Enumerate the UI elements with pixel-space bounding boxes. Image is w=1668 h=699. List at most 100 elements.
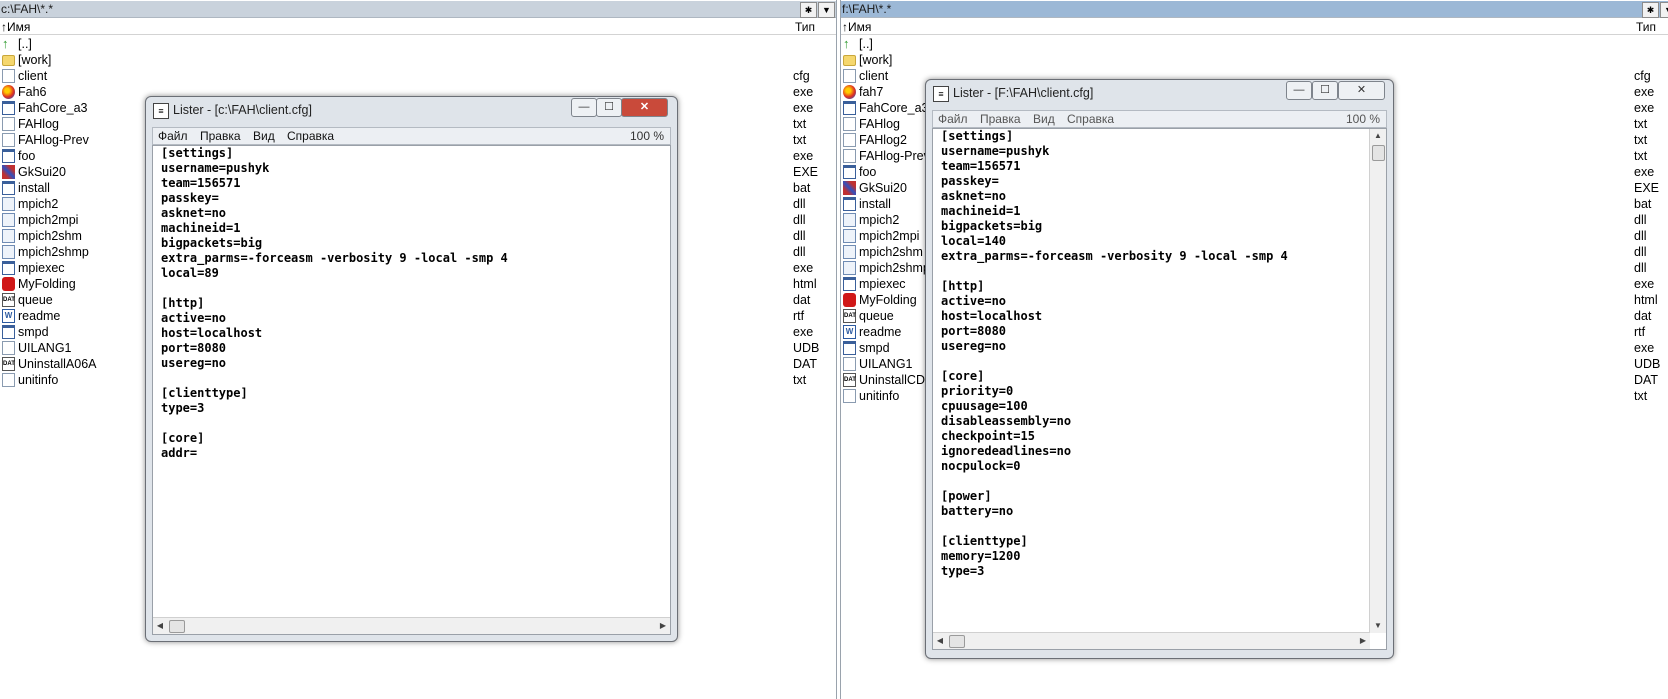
lister-right-menubar: Файл Правка Вид Справка 100 % [932, 110, 1387, 128]
file-type: exe [1634, 85, 1655, 99]
file-type: UDB [793, 341, 820, 355]
file-row[interactable]: ↑ [..] [841, 36, 1668, 52]
menu-edit[interactable]: Правка [200, 129, 241, 143]
menu-file[interactable]: Файл [158, 129, 188, 143]
file-name: mpich2shm [859, 245, 923, 259]
file-name: mpich2shm [18, 229, 82, 243]
dll-icon [2, 197, 15, 211]
lister-app-icon: ≡ [933, 86, 949, 102]
maximize-button[interactable]: ☐ [596, 98, 622, 117]
file-type: cfg [793, 69, 810, 83]
menu-view[interactable]: Вид [1033, 112, 1055, 126]
dll-icon [843, 261, 856, 275]
right-history-dropdown-icon[interactable]: ▼ [1660, 2, 1668, 18]
file-name: fah7 [859, 85, 884, 99]
left-hotlist-star-icon[interactable]: ✱ [800, 2, 817, 18]
file-row[interactable]: [work] [841, 52, 1668, 68]
file-name: FAHlog2 [859, 133, 907, 147]
file-type: bat [793, 181, 811, 195]
right-hotlist-star-icon[interactable]: ✱ [1642, 2, 1659, 18]
file-type: exe [1634, 101, 1655, 115]
file-type: exe [793, 85, 814, 99]
executable-icon [843, 341, 856, 355]
file-name: mpiexec [18, 261, 65, 275]
gksui-app-icon [843, 181, 856, 195]
horizontal-scrollbar[interactable]: ◀ ▶ [153, 617, 670, 634]
file-type: dll [1634, 245, 1647, 259]
left-col-type-header[interactable]: Тип [795, 20, 815, 34]
file-type: exe [793, 101, 814, 115]
left-history-dropdown-icon[interactable]: ▼ [818, 2, 835, 18]
rtf-file-icon: W [843, 325, 856, 339]
left-col-name-header[interactable]: ↑Имя [1, 20, 30, 34]
right-path-text: f:\FAH\*.* [842, 2, 892, 16]
dat-file-icon: DAT [2, 293, 15, 307]
file-name: [..] [859, 37, 873, 51]
document-icon [843, 133, 856, 147]
lister-left-menubar: Файл Правка Вид Справка 100 % [152, 127, 671, 145]
file-row[interactable]: ↑ [..] [0, 36, 836, 52]
file-type: exe [793, 149, 814, 163]
file-name: mpich2shmp [859, 261, 930, 275]
file-name: MyFolding [859, 293, 917, 307]
dat-file-icon: DAT [843, 309, 856, 323]
maximize-button[interactable]: ☐ [1312, 81, 1338, 100]
file-type: txt [793, 373, 807, 387]
left-path-bar[interactable]: c:\FAH\*.* ✱ ▼ [0, 1, 836, 18]
horizontal-scrollbar[interactable]: ◀ ▶ [933, 632, 1370, 649]
scroll-thumb[interactable] [169, 620, 185, 633]
lister-left-content[interactable]: [settings] username=pushyk team=156571 p… [152, 145, 671, 635]
file-name: FAHlog-Prev [859, 149, 930, 163]
file-name: queue [18, 293, 53, 307]
left-column-header: ↑Имя Тип [0, 19, 836, 35]
right-col-type-header[interactable]: Тип [1636, 20, 1656, 34]
file-name: UninstallCD [859, 373, 925, 387]
minimize-button[interactable]: — [1286, 81, 1312, 100]
file-type: txt [793, 133, 807, 147]
file-type: dll [793, 245, 806, 259]
file-name: mpich2 [18, 197, 59, 211]
document-icon [2, 69, 15, 83]
close-button[interactable]: ✕ [621, 98, 668, 117]
minimize-button[interactable]: — [571, 98, 597, 117]
fah-app-icon [843, 85, 856, 99]
menu-file[interactable]: Файл [938, 112, 968, 126]
scroll-thumb[interactable] [1372, 145, 1385, 161]
file-type: bat [1634, 197, 1652, 211]
lister-window-right[interactable]: ≡ Lister - [F:\FAH\client.cfg] — ☐ ✕ Фай… [925, 79, 1394, 659]
file-row[interactable]: [work] [0, 52, 836, 68]
file-name: UILANG1 [18, 341, 72, 355]
executable-icon [2, 261, 15, 275]
scroll-thumb[interactable] [949, 635, 965, 648]
menu-help[interactable]: Справка [1067, 112, 1114, 126]
lister-right-titlebar[interactable]: ≡ Lister - [F:\FAH\client.cfg] — ☐ ✕ [926, 80, 1393, 106]
menu-view[interactable]: Вид [253, 129, 275, 143]
executable-icon [2, 181, 15, 195]
lister-right-content[interactable]: [settings] username=pushyk team=156571 p… [932, 128, 1387, 650]
scroll-right-icon[interactable]: ▶ [1356, 633, 1370, 649]
scroll-down-icon[interactable]: ▼ [1370, 619, 1386, 633]
scroll-left-icon[interactable]: ◀ [933, 633, 947, 649]
lister-left-titlebar[interactable]: ≡ Lister - [c:\FAH\client.cfg] — ☐ ✕ [146, 97, 677, 123]
menu-help[interactable]: Справка [287, 129, 334, 143]
vertical-scrollbar[interactable]: ▲ ▼ [1369, 129, 1386, 633]
file-name: foo [859, 165, 877, 179]
close-button[interactable]: ✕ [1338, 81, 1385, 100]
scroll-up-icon[interactable]: ▲ [1370, 129, 1386, 143]
document-icon [2, 117, 15, 131]
file-name: mpich2shmp [18, 245, 89, 259]
file-type: exe [1634, 165, 1655, 179]
file-name: queue [859, 309, 894, 323]
file-type: cfg [1634, 69, 1651, 83]
menu-edit[interactable]: Правка [980, 112, 1021, 126]
executable-icon [843, 101, 856, 115]
rtf-file-icon: W [2, 309, 15, 323]
right-path-bar[interactable]: f:\FAH\*.* ✱ ▼ [841, 1, 1668, 18]
right-col-name-header[interactable]: ↑Имя [842, 20, 871, 34]
file-type: EXE [1634, 181, 1660, 195]
scroll-left-icon[interactable]: ◀ [153, 618, 167, 634]
file-row[interactable]: client cfg [0, 68, 836, 84]
scroll-right-icon[interactable]: ▶ [656, 618, 670, 634]
document-icon [843, 389, 856, 403]
lister-window-left[interactable]: ≡ Lister - [c:\FAH\client.cfg] — ☐ ✕ Фай… [145, 96, 678, 642]
